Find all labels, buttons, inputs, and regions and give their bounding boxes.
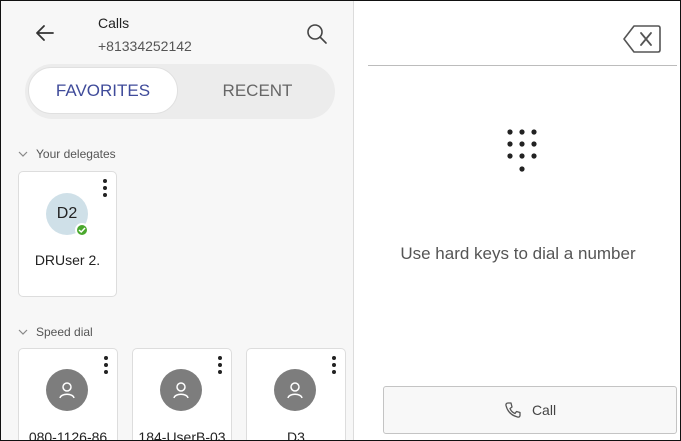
backspace-icon <box>623 25 661 53</box>
avatar <box>46 369 88 411</box>
more-options-icon[interactable] <box>102 178 108 198</box>
presence-badge <box>75 223 89 237</box>
call-button-label: Call <box>531 402 557 418</box>
dial-input-underline <box>368 65 677 66</box>
avatar <box>274 369 316 411</box>
user-icon <box>287 382 303 399</box>
dial-hint: Use hard keys to dial a number <box>400 244 636 263</box>
speed-dial-card[interactable]: D3 <box>246 348 346 441</box>
speed-dial-name: D3 <box>287 429 305 441</box>
section-speed-dial[interactable]: Speed dial <box>18 325 93 339</box>
more-options-icon[interactable] <box>103 355 109 375</box>
backspace-button[interactable] <box>622 23 662 55</box>
search-button[interactable] <box>304 21 330 47</box>
delegate-card[interactable]: D2 DRUser 2. <box>18 171 117 297</box>
speed-dial-name: 184-UserB-03 <box>138 429 226 441</box>
call-button[interactable]: Call <box>383 386 677 434</box>
calls-panel: Calls +81334252142 FAVORITES RECENT Your… <box>1 1 353 441</box>
user-icon <box>173 382 189 399</box>
dialer-panel: Use hard keys to dial a number Call <box>354 1 680 440</box>
more-options-icon[interactable] <box>331 355 337 375</box>
delegate-name: DRUser 2. <box>34 252 101 268</box>
page-title: Calls <box>98 15 130 31</box>
back-button[interactable] <box>31 19 59 47</box>
more-options-icon[interactable] <box>217 355 223 375</box>
phone-number: +81334252142 <box>98 38 192 54</box>
tab-recent[interactable]: RECENT <box>195 67 320 114</box>
app-window: Calls +81334252142 FAVORITES RECENT Your… <box>0 0 681 441</box>
section-speed-dial-label: Speed dial <box>36 325 93 339</box>
user-icon <box>59 382 75 399</box>
header: Calls +81334252142 <box>1 1 353 63</box>
speed-dial-card[interactable]: 080-1126-86 <box>18 348 118 441</box>
arrow-left-icon <box>36 25 54 41</box>
section-delegates[interactable]: Your delegates <box>18 147 116 161</box>
phone-icon <box>505 402 521 418</box>
chevron-down-icon <box>18 151 28 157</box>
tab-bar: FAVORITES RECENT <box>25 64 335 119</box>
chevron-down-icon <box>18 329 28 335</box>
check-icon <box>78 227 86 234</box>
search-icon <box>307 24 327 44</box>
section-delegates-label: Your delegates <box>36 147 116 161</box>
speed-dial-card[interactable]: 184-UserB-03 <box>132 348 232 441</box>
dialpad-icon <box>507 129 537 172</box>
tab-favorites[interactable]: FAVORITES <box>28 67 178 114</box>
avatar <box>160 369 202 411</box>
speed-dial-name: 080-1126-86 <box>28 429 108 441</box>
